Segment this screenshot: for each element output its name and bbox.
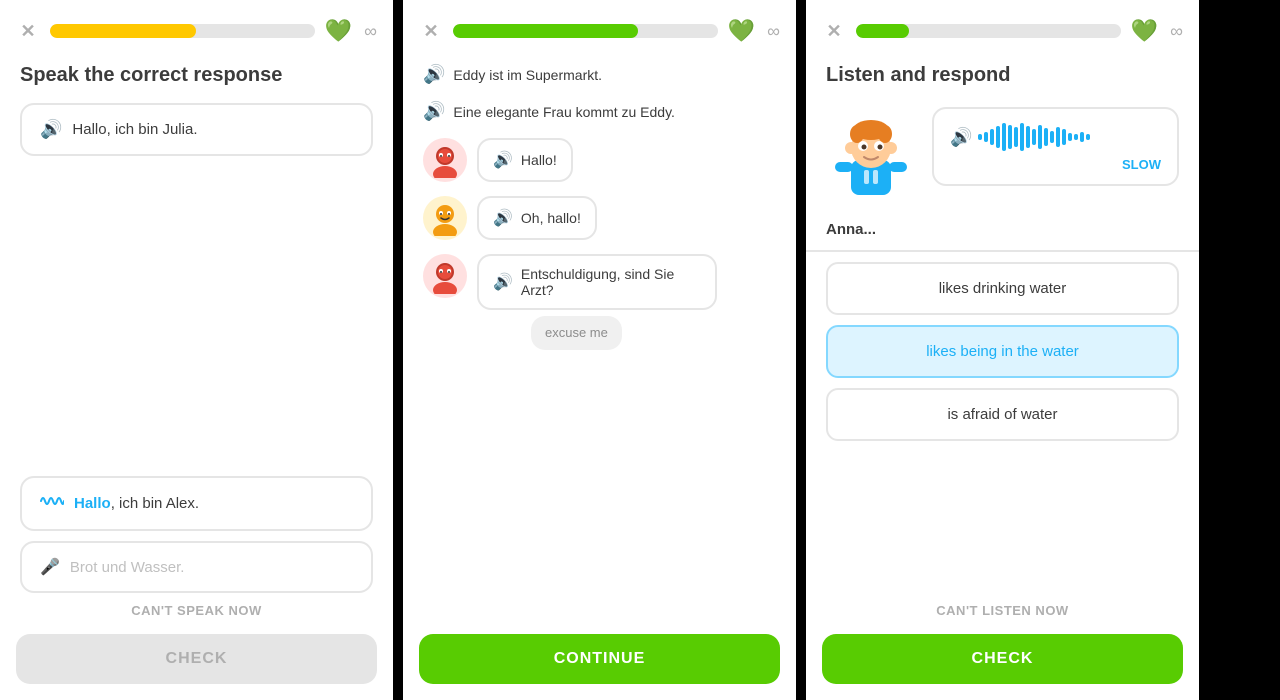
- check-button-panel1[interactable]: CHECK: [16, 634, 377, 684]
- mic-icon: 🎤: [40, 557, 60, 577]
- chat-bubble-1[interactable]: 🔊 Hallo!: [477, 138, 573, 182]
- chat-line-1: 🔊 Hallo!: [423, 138, 776, 182]
- slow-label[interactable]: SLOW: [1122, 157, 1161, 172]
- progress-fill-panel2: [453, 24, 638, 38]
- heart-icon-panel3: 💚: [1131, 18, 1158, 44]
- chat-container: 🔊 Eddy ist im Supermarkt. 🔊 Eine elegant…: [403, 54, 796, 634]
- progress-bar-panel2: [453, 24, 718, 38]
- infinity-icon-panel1: ∞: [364, 21, 377, 42]
- avatar-woman-1: [423, 196, 467, 240]
- divider-1: [393, 0, 403, 700]
- close-button-panel1[interactable]: ✕: [16, 19, 40, 43]
- prompt-bubble[interactable]: 🔊 Hallo, ich bin Julia.: [20, 103, 373, 156]
- speaker-icon-audio: 🔊: [950, 127, 972, 148]
- chat-line-3: 🔊 Entschuldigung, sind Sie Arzt? excuse …: [423, 254, 776, 350]
- anna-label: Anna...: [806, 217, 1199, 252]
- translation-bubble: excuse me: [531, 316, 622, 350]
- speaker-icon-narrator2: 🔊: [423, 101, 445, 122]
- chat-line-2: 🔊 Oh, hallo!: [423, 196, 776, 240]
- infinity-icon-panel2: ∞: [767, 21, 780, 42]
- close-button-panel3[interactable]: ✕: [822, 19, 846, 43]
- close-button-panel2[interactable]: ✕: [419, 19, 443, 43]
- narrator-line1[interactable]: 🔊 Eddy ist im Supermarkt.: [423, 64, 776, 85]
- translation-text: excuse me: [545, 325, 608, 340]
- character-area: 🔊: [806, 97, 1199, 217]
- divider-2: [796, 0, 806, 700]
- progress-fill-panel1: [50, 24, 196, 38]
- continue-btn-container: CONTINUE: [403, 634, 796, 700]
- chat-text-3: Entschuldigung, sind Sie Arzt?: [521, 266, 701, 298]
- panel2-header: ✕ 💚 ∞: [403, 0, 796, 54]
- response-text: Hallo, ich bin Alex.: [74, 495, 199, 512]
- answer-option-1[interactable]: likes drinking water: [826, 262, 1179, 315]
- avatar-eddy-1: [423, 138, 467, 182]
- answer-option-3[interactable]: is afraid of water: [826, 388, 1179, 441]
- speaker-icon-narrator1: 🔊: [423, 64, 445, 85]
- panel3-title: Listen and respond: [806, 54, 1199, 97]
- prompt-text: Hallo, ich bin Julia.: [72, 121, 197, 138]
- panel3-header: ✕ 💚 ∞: [806, 0, 1199, 54]
- progress-bar-panel1: [50, 24, 315, 38]
- heart-icon-panel1: 💚: [325, 18, 352, 44]
- avatar-eddy-2: [423, 254, 467, 298]
- mic-placeholder-text: Brot und Wasser.: [70, 559, 185, 576]
- speaker-icon-chat2: 🔊: [493, 208, 513, 228]
- narrator-line2[interactable]: 🔊 Eine elegante Frau kommt zu Eddy.: [423, 101, 776, 122]
- panel-chat: ✕ 💚 ∞ 🔊 Eddy ist im Supermarkt. 🔊 Eine e…: [403, 0, 796, 700]
- continue-button[interactable]: CONTINUE: [419, 634, 780, 684]
- chat-bubble-3[interactable]: 🔊 Entschuldigung, sind Sie Arzt?: [477, 254, 717, 310]
- waveform: [978, 121, 1090, 153]
- check-button-panel3[interactable]: CHECK: [822, 634, 1183, 684]
- response-bubble: Hallo, ich bin Alex.: [20, 476, 373, 531]
- panel1-title: Speak the correct response: [0, 54, 393, 103]
- chat-text-2: Oh, hallo!: [521, 210, 581, 226]
- chat-text-1: Hallo!: [521, 152, 557, 168]
- cant-listen-label[interactable]: CAN'T LISTEN NOW: [806, 603, 1199, 618]
- panel-speak: ✕ 💚 ∞ Speak the correct response 🔊 Hallo…: [0, 0, 393, 700]
- speaker-icon-chat3: 🔊: [493, 272, 513, 292]
- answer-option-2[interactable]: likes being in the water: [826, 325, 1179, 378]
- mic-bubble[interactable]: 🎤 Brot und Wasser.: [20, 541, 373, 593]
- heart-icon-panel2: 💚: [728, 18, 755, 44]
- infinity-icon-panel3: ∞: [1170, 21, 1183, 42]
- chat-bubble-2[interactable]: 🔊 Oh, hallo!: [477, 196, 597, 240]
- progress-fill-panel3: [856, 24, 909, 38]
- wave-icon: [40, 492, 64, 515]
- speaker-icon-prompt: 🔊: [40, 119, 62, 140]
- progress-bar-panel3: [856, 24, 1121, 38]
- speaker-icon-chat1: 🔊: [493, 150, 513, 170]
- audio-bubble[interactable]: 🔊: [932, 107, 1179, 186]
- cant-speak-label[interactable]: CAN'T SPEAK NOW: [0, 603, 393, 618]
- panel-listen: ✕ 💚 ∞ Listen and respond: [806, 0, 1199, 700]
- character-figure: [826, 107, 916, 207]
- panel1-header: ✕ 💚 ∞: [0, 0, 393, 54]
